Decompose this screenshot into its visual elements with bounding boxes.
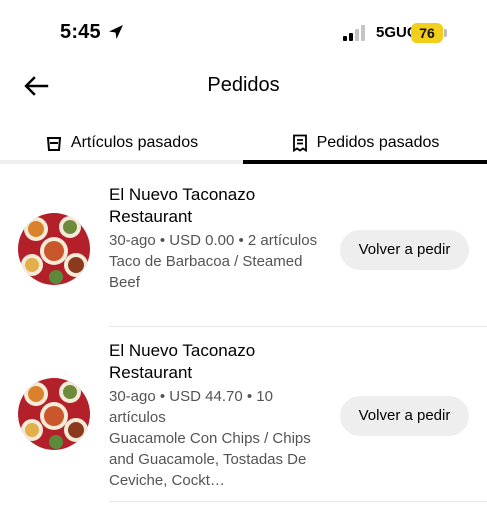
order-list-item[interactable]: El Nuevo Taconazo Restaurant 30-ago • US…: [0, 340, 487, 502]
restaurant-thumbnail: [18, 213, 90, 285]
cellular-signal-icon: [343, 25, 365, 41]
page-title: Pedidos: [207, 74, 280, 96]
tab-selected-indicator: [243, 160, 487, 164]
order-meta: 30-ago • USD 0.00 • 2 artículos: [109, 232, 318, 249]
order-details: El Nuevo Taconazo Restaurant 30-ago • US…: [109, 340, 331, 491]
restaurant-thumbnail: [18, 378, 90, 450]
order-items: Guacamole Con Chips / Chips and Guacamol…: [109, 430, 311, 489]
battery-level: 76: [411, 23, 443, 43]
order-items: Taco de Barbacoa / Steamed Beef: [109, 253, 303, 291]
reorder-button[interactable]: Volver a pedir: [340, 230, 469, 270]
reorder-button[interactable]: Volver a pedir: [340, 396, 469, 436]
battery-indicator: 76: [411, 23, 447, 43]
tab-past-items-label: Artículos pasados: [70, 134, 199, 151]
basket-icon: [46, 137, 61, 151]
food-plates-image: [18, 378, 90, 450]
receipt-icon: [292, 134, 307, 152]
divider: [109, 501, 487, 502]
status-bar: 5:45 5GUC 76: [0, 0, 487, 66]
order-meta: 30-ago • USD 44.70 • 10 artículos: [109, 388, 273, 426]
order-list-item[interactable]: El Nuevo Taconazo Restaurant 30-ago • US…: [0, 184, 487, 327]
food-plates-image: [18, 213, 90, 285]
restaurant-name: El Nuevo Taconazo Restaurant: [109, 341, 256, 382]
location-arrow-icon: [109, 25, 123, 39]
tab-past-orders-label: Pedidos pasados: [316, 134, 440, 151]
divider: [109, 326, 487, 327]
restaurant-name: El Nuevo Taconazo Restaurant: [109, 185, 256, 226]
status-time: 5:45: [60, 21, 101, 43]
order-details: El Nuevo Taconazo Restaurant 30-ago • US…: [109, 184, 331, 293]
battery-cap: [444, 29, 447, 37]
